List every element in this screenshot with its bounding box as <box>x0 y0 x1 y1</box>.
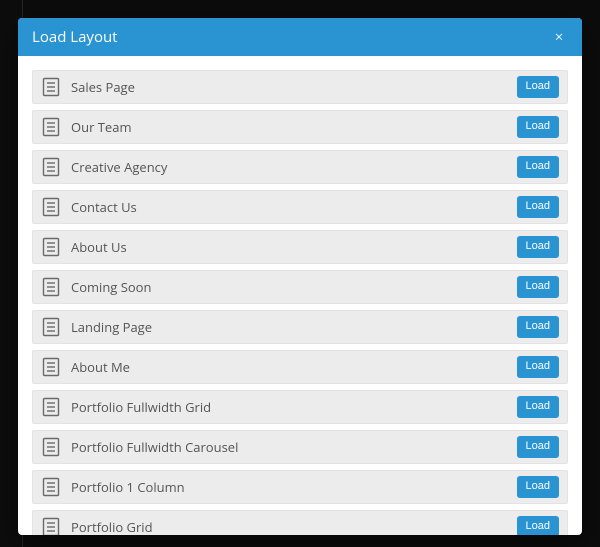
load-layout-modal: Load Layout × Sales Page Load Our Team Loa… <box>18 18 582 535</box>
layout-name: About Us <box>71 238 507 256</box>
layout-row: Our Team Load <box>32 110 568 144</box>
modal-header: Load Layout × <box>18 18 582 56</box>
load-button[interactable]: Load <box>517 196 559 217</box>
layout-row: Sales Page Load <box>32 70 568 104</box>
document-icon <box>41 76 61 98</box>
document-icon <box>41 516 61 535</box>
load-button[interactable]: Load <box>517 396 559 417</box>
load-button[interactable]: Load <box>517 436 559 457</box>
close-icon[interactable]: × <box>550 28 568 46</box>
document-icon <box>41 156 61 178</box>
layout-name: Contact Us <box>71 198 507 216</box>
load-button[interactable]: Load <box>517 476 559 497</box>
document-icon <box>41 116 61 138</box>
layout-name: Portfolio Fullwidth Grid <box>71 398 507 416</box>
modal-title: Load Layout <box>32 27 550 47</box>
layout-row: Creative Agency Load <box>32 150 568 184</box>
document-icon <box>41 276 61 298</box>
load-button[interactable]: Load <box>517 156 559 177</box>
layout-name: Portfolio 1 Column <box>71 478 507 496</box>
load-button[interactable]: Load <box>517 116 559 137</box>
document-icon <box>41 236 61 258</box>
document-icon <box>41 436 61 458</box>
load-button[interactable]: Load <box>517 316 559 337</box>
document-icon <box>41 396 61 418</box>
document-icon <box>41 196 61 218</box>
layout-row: Coming Soon Load <box>32 270 568 304</box>
load-button[interactable]: Load <box>517 356 559 377</box>
layout-row: About Me Load <box>32 350 568 384</box>
load-button[interactable]: Load <box>517 276 559 297</box>
page-backdrop: Load Layout × Sales Page Load Our Team Loa… <box>0 0 600 547</box>
load-button[interactable]: Load <box>517 516 559 535</box>
layout-name: Portfolio Fullwidth Carousel <box>71 438 507 456</box>
layout-row: About Us Load <box>32 230 568 264</box>
load-button[interactable]: Load <box>517 236 559 257</box>
document-icon <box>41 316 61 338</box>
layout-name: Creative Agency <box>71 158 507 176</box>
layout-row: Portfolio Fullwidth Grid Load <box>32 390 568 424</box>
document-icon <box>41 476 61 498</box>
layout-name: Coming Soon <box>71 278 507 296</box>
layout-row: Portfolio Grid Load <box>32 510 568 535</box>
layout-name: Portfolio Grid <box>71 518 507 535</box>
layout-name: About Me <box>71 358 507 376</box>
layout-row: Contact Us Load <box>32 190 568 224</box>
layout-name: Sales Page <box>71 78 507 96</box>
layout-name: Landing Page <box>71 318 507 336</box>
layout-name: Our Team <box>71 118 507 136</box>
document-icon <box>41 356 61 378</box>
layout-row: Portfolio 1 Column Load <box>32 470 568 504</box>
modal-body[interactable]: Sales Page Load Our Team Load Creative Age… <box>18 56 582 535</box>
layout-row: Portfolio Fullwidth Carousel Load <box>32 430 568 464</box>
layout-row: Landing Page Load <box>32 310 568 344</box>
load-button[interactable]: Load <box>517 76 559 97</box>
